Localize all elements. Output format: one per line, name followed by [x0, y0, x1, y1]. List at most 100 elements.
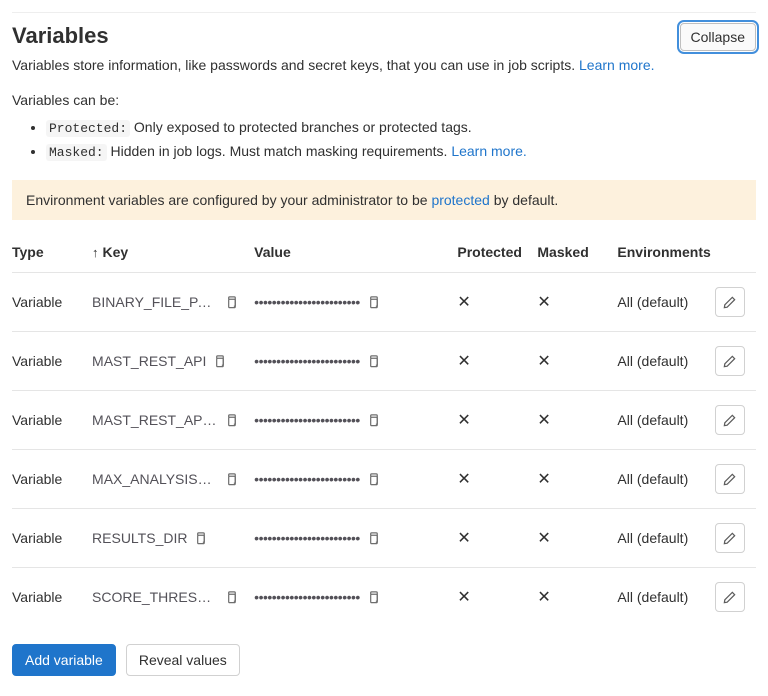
collapse-button[interactable]: Collapse — [680, 23, 756, 51]
variable-definitions-list: Protected: Only exposed to protected bra… — [12, 117, 756, 162]
key-text: MAX_ANALYSIS_TIME — [92, 471, 218, 487]
copy-key-icon[interactable] — [212, 354, 227, 369]
col-header-value[interactable]: Value — [254, 236, 457, 273]
x-icon: ✕ — [537, 469, 550, 489]
masked-definition: Masked: Hidden in job logs. Must match m… — [46, 141, 756, 163]
col-header-masked[interactable]: Masked — [537, 236, 617, 273]
cell-value: •••••••••••••••••••••••• — [254, 568, 457, 627]
cell-masked: ✕ — [537, 391, 617, 450]
cell-actions — [715, 273, 756, 332]
cell-protected: ✕ — [457, 391, 537, 450]
col-header-environments[interactable]: Environments — [617, 236, 714, 273]
reveal-values-button[interactable]: Reveal values — [126, 644, 240, 676]
protected-link[interactable]: protected — [431, 192, 489, 208]
cell-type: Variable — [12, 391, 92, 450]
x-icon: ✕ — [537, 351, 550, 371]
cell-masked: ✕ — [537, 509, 617, 568]
cell-masked: ✕ — [537, 450, 617, 509]
key-text: RESULTS_DIR — [92, 530, 187, 546]
admin-note: Environment variables are configured by … — [12, 180, 756, 220]
intro-text: Variables store information, like passwo… — [12, 55, 756, 76]
copy-value-icon[interactable] — [366, 354, 381, 369]
cell-key: SCORE_THRESHOLD_C… — [92, 568, 254, 627]
table-row: VariableMAST_REST_API ••••••••••••••••••… — [12, 332, 756, 391]
value-text: •••••••••••••••••••••••• — [254, 412, 360, 428]
x-icon: ✕ — [457, 469, 470, 489]
cell-protected: ✕ — [457, 568, 537, 627]
cell-key: MAST_REST_API_KEY — [92, 391, 254, 450]
value-text: •••••••••••••••••••••••• — [254, 589, 360, 605]
cell-type: Variable — [12, 332, 92, 391]
copy-value-icon[interactable] — [366, 590, 381, 605]
cell-type: Variable — [12, 509, 92, 568]
cell-actions — [715, 568, 756, 627]
value-text: •••••••••••••••••••••••• — [254, 530, 360, 546]
cell-key: MAX_ANALYSIS_TIME — [92, 450, 254, 509]
cell-type: Variable — [12, 450, 92, 509]
cell-value: •••••••••••••••••••••••• — [254, 391, 457, 450]
cell-environments: All (default) — [617, 450, 714, 509]
cell-environments: All (default) — [617, 568, 714, 627]
protected-keyword: Protected: — [46, 120, 130, 137]
value-text: •••••••••••••••••••••••• — [254, 353, 360, 369]
copy-key-icon[interactable] — [224, 590, 239, 605]
cell-value: •••••••••••••••••••••••• — [254, 332, 457, 391]
x-icon: ✕ — [457, 528, 470, 548]
copy-value-icon[interactable] — [366, 295, 381, 310]
copy-key-icon[interactable] — [193, 531, 208, 546]
learn-more-link[interactable]: Learn more. — [579, 57, 654, 73]
edit-button[interactable] — [715, 405, 745, 435]
key-text: SCORE_THRESHOLD_C… — [92, 589, 218, 605]
table-row: VariableMAX_ANALYSIS_TIME ••••••••••••••… — [12, 450, 756, 509]
admin-note-suffix: by default. — [490, 192, 559, 208]
cell-actions — [715, 509, 756, 568]
copy-key-icon[interactable] — [224, 472, 239, 487]
copy-key-icon[interactable] — [224, 413, 239, 428]
col-header-protected[interactable]: Protected — [457, 236, 537, 273]
x-icon: ✕ — [537, 528, 550, 548]
value-text: •••••••••••••••••••••••• — [254, 294, 360, 310]
col-header-key[interactable]: ↑ Key — [92, 236, 254, 273]
cell-value: •••••••••••••••••••••••• — [254, 273, 457, 332]
edit-button[interactable] — [715, 523, 745, 553]
cell-protected: ✕ — [457, 273, 537, 332]
table-row: VariableBINARY_FILE_PATH •••••••••••••••… — [12, 273, 756, 332]
edit-button[interactable] — [715, 464, 745, 494]
x-icon: ✕ — [457, 410, 470, 430]
add-variable-button[interactable]: Add variable — [12, 644, 116, 676]
intro-body: Variables store information, like passwo… — [12, 57, 579, 73]
value-text: •••••••••••••••••••••••• — [254, 471, 360, 487]
x-icon: ✕ — [457, 587, 470, 607]
cell-key: RESULTS_DIR — [92, 509, 254, 568]
cell-environments: All (default) — [617, 509, 714, 568]
key-text: BINARY_FILE_PATH — [92, 294, 218, 310]
admin-note-prefix: Environment variables are configured by … — [26, 192, 431, 208]
edit-button[interactable] — [715, 582, 745, 612]
table-row: VariableSCORE_THRESHOLD_C… •••••••••••••… — [12, 568, 756, 627]
copy-key-icon[interactable] — [224, 295, 239, 310]
cell-actions — [715, 450, 756, 509]
table-row: VariableRESULTS_DIR ••••••••••••••••••••… — [12, 509, 756, 568]
table-row: VariableMAST_REST_API_KEY ••••••••••••••… — [12, 391, 756, 450]
x-icon: ✕ — [537, 410, 550, 430]
page-title: Variables — [12, 23, 109, 49]
copy-value-icon[interactable] — [366, 531, 381, 546]
edit-button[interactable] — [715, 346, 745, 376]
masked-text: Hidden in job logs. Must match masking r… — [107, 143, 452, 159]
x-icon: ✕ — [537, 292, 550, 312]
edit-button[interactable] — [715, 287, 745, 317]
copy-value-icon[interactable] — [366, 413, 381, 428]
col-header-type[interactable]: Type — [12, 236, 92, 273]
masked-learn-more-link[interactable]: Learn more. — [451, 143, 526, 159]
cell-actions — [715, 391, 756, 450]
copy-value-icon[interactable] — [366, 472, 381, 487]
variables-table: Type ↑ Key Value Protected Masked Environ… — [12, 236, 756, 626]
masked-keyword: Masked: — [46, 144, 107, 161]
key-header-label: Key — [103, 244, 129, 260]
cell-key: BINARY_FILE_PATH — [92, 273, 254, 332]
cell-value: •••••••••••••••••••••••• — [254, 509, 457, 568]
sort-ascending-icon: ↑ — [92, 245, 99, 260]
protected-text: Only exposed to protected branches or pr… — [130, 119, 472, 135]
key-text: MAST_REST_API_KEY — [92, 412, 218, 428]
cell-environments: All (default) — [617, 332, 714, 391]
